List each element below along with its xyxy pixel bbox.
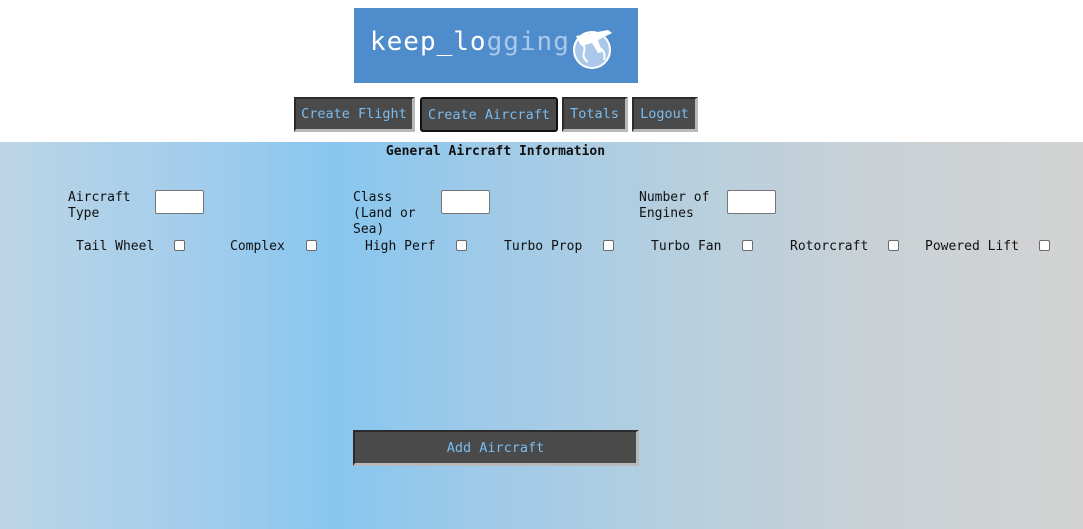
checkbox-label-high-perf: High Perf bbox=[365, 239, 436, 254]
checkbox-label-powered-lift: Powered Lift bbox=[925, 239, 1019, 254]
turbo-prop-checkbox[interactable] bbox=[603, 240, 614, 251]
powered-lift-checkbox[interactable] bbox=[1039, 240, 1050, 251]
checkbox-label-turbo-fan: Turbo Fan bbox=[651, 239, 722, 254]
tail-wheel-checkbox[interactable] bbox=[174, 240, 185, 251]
logo-wordmark: keep_logging bbox=[370, 27, 570, 57]
totals-button[interactable]: Totals bbox=[562, 97, 628, 132]
high-perf-checkbox[interactable] bbox=[456, 240, 467, 251]
checkbox-label-turbo-prop: Turbo Prop bbox=[504, 239, 583, 254]
rotorcraft-checkbox[interactable] bbox=[888, 240, 899, 251]
logout-button[interactable]: Logout bbox=[632, 97, 698, 132]
logo-text-fade: gging bbox=[486, 27, 570, 57]
app-logo: keep_logging bbox=[354, 8, 638, 83]
create-flight-button[interactable]: Create Flight bbox=[294, 97, 415, 132]
checkbox-label-complex: Complex bbox=[230, 239, 285, 254]
aircraft-form: General Aircraft Information Aircraft Ty… bbox=[0, 142, 1083, 529]
class-label: Class (Land or Sea) bbox=[353, 190, 416, 237]
logo-text-main: keep_lo bbox=[370, 27, 487, 57]
add-aircraft-button[interactable]: Add Aircraft bbox=[353, 430, 639, 466]
class-input[interactable] bbox=[441, 190, 490, 214]
create-aircraft-button[interactable]: Create Aircraft bbox=[420, 97, 558, 132]
aircraft-type-label: Aircraft Type bbox=[68, 190, 131, 221]
main-nav: Create Flight Create Aircraft Totals Log… bbox=[0, 97, 1083, 133]
engines-input[interactable] bbox=[727, 190, 776, 214]
section-title: General Aircraft Information bbox=[385, 144, 606, 159]
turbo-fan-checkbox[interactable] bbox=[742, 240, 753, 251]
complex-checkbox[interactable] bbox=[306, 240, 317, 251]
engines-label: Number of Engines bbox=[639, 190, 710, 221]
globe-airplane-icon bbox=[573, 30, 612, 69]
checkbox-label-tail-wheel: Tail Wheel bbox=[76, 239, 155, 254]
checkbox-label-rotorcraft: Rotorcraft bbox=[790, 239, 869, 254]
aircraft-type-input[interactable] bbox=[155, 190, 204, 214]
